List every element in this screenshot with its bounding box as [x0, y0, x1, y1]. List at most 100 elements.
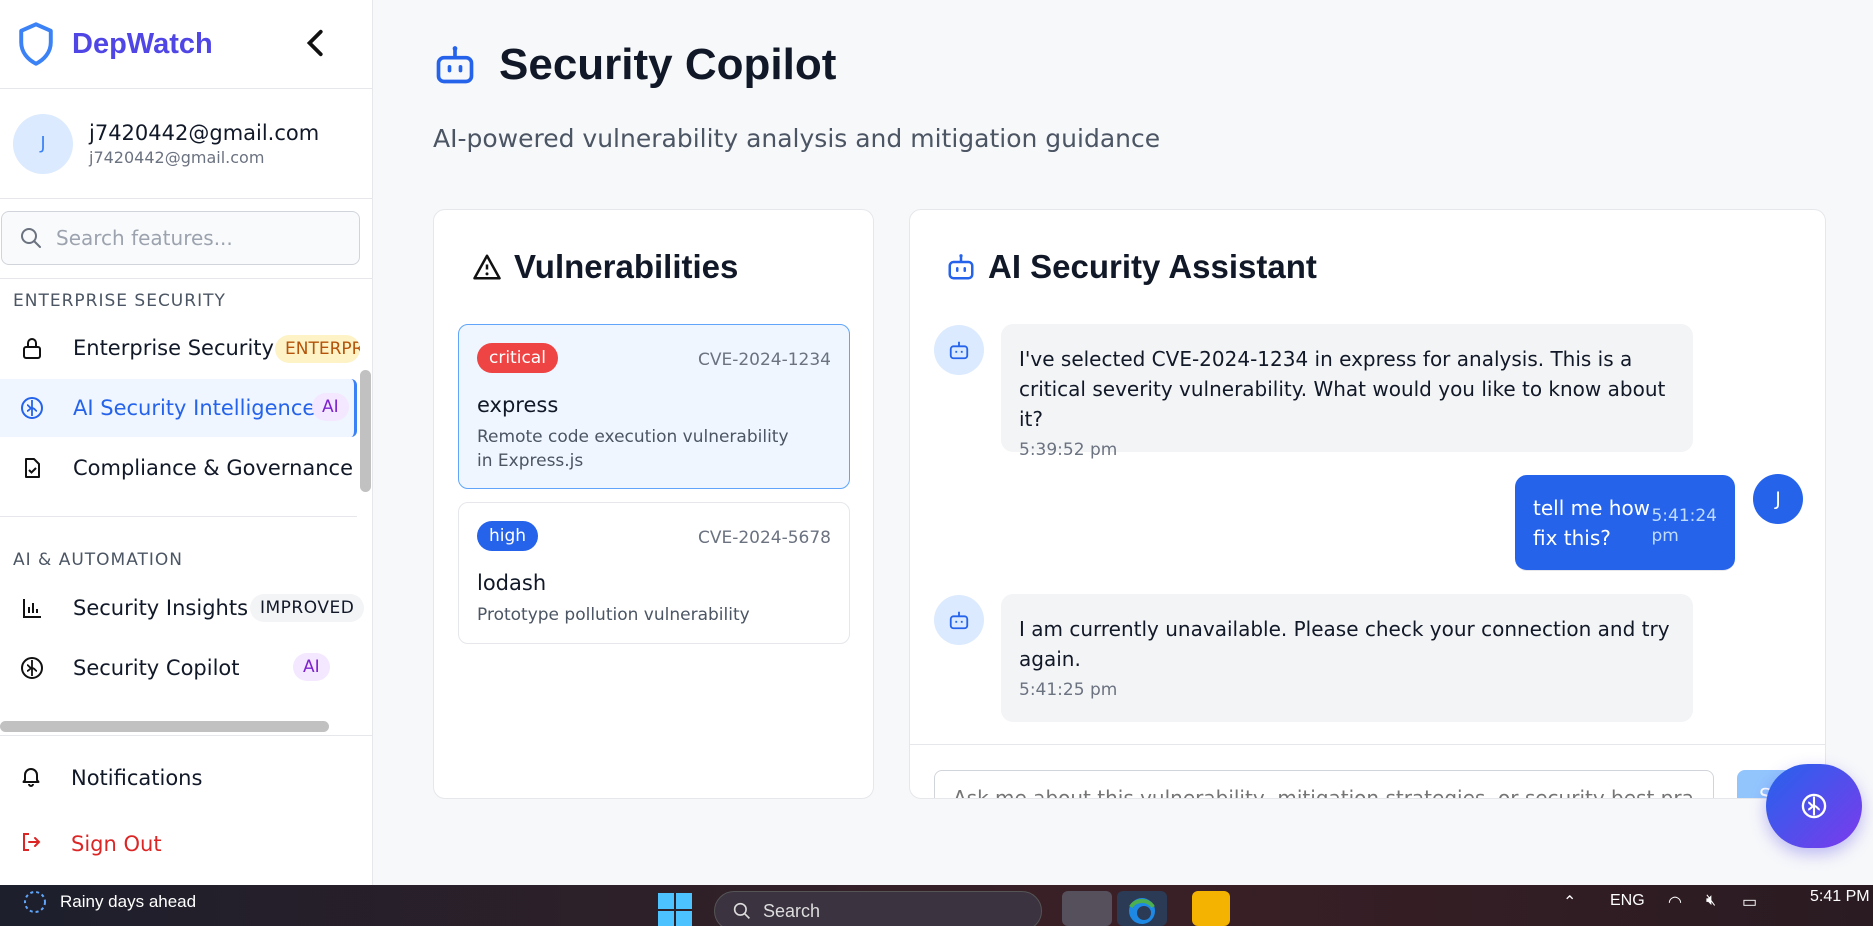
vulnerability-card-lodash[interactable]: high CVE-2024-5678 lodash Prototype poll…	[458, 502, 850, 644]
weather-text: Rainy days ahead	[60, 892, 197, 911]
page-subtitle: AI-powered vulnerability analysis and mi…	[433, 124, 1161, 153]
vulnerabilities-header: Vulnerabilities	[472, 248, 738, 286]
vulnerability-description: Prototype pollution vulnerability	[477, 605, 750, 625]
brain-icon	[20, 656, 44, 680]
page-header: Security Copilot	[433, 40, 836, 90]
vulnerabilities-panel: Vulnerabilities critical CVE-2024-1234 e…	[433, 209, 874, 799]
warning-icon	[473, 254, 501, 280]
vulnerabilities-title: Vulnerabilities	[514, 248, 739, 285]
brain-icon	[1801, 793, 1827, 819]
sidebar-item-label: Compliance & Governance	[73, 456, 354, 480]
severity-badge-critical: critical	[477, 343, 558, 373]
sidebar-item-enterprise-security[interactable]: Enterprise Security ENTERPRISE	[0, 319, 360, 377]
sidebar: DepWatch J j7420442@gmail.com j7420442@g…	[0, 0, 373, 885]
vulnerability-card-express[interactable]: critical CVE-2024-1234 express Remote co…	[458, 324, 850, 489]
message-text: I am currently unavailable. Please check…	[1019, 617, 1670, 671]
search-icon	[733, 902, 750, 919]
edge-browser-icon[interactable]	[1117, 891, 1167, 926]
sidebar-item-security-copilot[interactable]: Security Copilot AI	[0, 639, 357, 697]
message-time: 5:41:25 pm	[1019, 680, 1118, 700]
sidebar-item-security-insights[interactable]: Security Insights IMPROVED	[0, 579, 365, 637]
sidebar-item-notifications[interactable]: Notifications	[0, 750, 373, 806]
weather-widget[interactable]: Rainy days ahead	[22, 889, 196, 915]
user-profile[interactable]: J j7420442@gmail.com j7420442@gmail.com	[0, 89, 372, 199]
improved-badge: IMPROVED	[250, 594, 365, 622]
sidebar-nav: ENTERPRISE SECURITY Enterprise Security …	[0, 279, 373, 734]
vulnerability-description: Remote code execution vulnerability in E…	[477, 427, 789, 471]
sidebar-item-label: Enterprise Security	[73, 336, 274, 360]
wifi-icon[interactable]: ◠	[1668, 892, 1682, 912]
bell-icon	[20, 765, 42, 791]
shield-logo-icon	[19, 22, 53, 66]
cve-id: CVE-2024-5678	[697, 528, 831, 548]
message-time: 5:41:24 pm	[1651, 505, 1717, 546]
user-name: j7420442@gmail.com	[89, 120, 320, 145]
brand-header: DepWatch	[0, 0, 372, 89]
task-view-icon[interactable]	[1062, 891, 1112, 926]
search-input[interactable]	[56, 226, 336, 250]
bot-icon	[948, 254, 974, 280]
divider	[0, 516, 357, 517]
chevron-left-icon	[306, 29, 323, 57]
user-message: tell me how fix this? 5:41:24 pm	[1515, 475, 1735, 571]
sidebar-horizontal-scrollbar[interactable]	[0, 721, 329, 732]
section-title-enterprise: ENTERPRISE SECURITY	[13, 291, 226, 311]
bot-icon	[949, 611, 969, 630]
sign-out-label: Sign Out	[71, 832, 162, 856]
bar-chart-icon	[20, 596, 44, 620]
sidebar-item-label: Notifications	[71, 766, 203, 790]
feature-search	[1, 211, 360, 265]
windows-start-icon[interactable]	[658, 893, 692, 926]
chat-input[interactable]	[934, 770, 1714, 798]
language-indicator[interactable]: ENG	[1610, 892, 1645, 910]
ai-badge: AI	[293, 653, 330, 681]
lock-icon	[20, 336, 44, 360]
file-explorer-icon[interactable]	[1192, 891, 1230, 926]
battery-icon[interactable]: ▭	[1742, 892, 1757, 912]
bot-avatar	[934, 325, 984, 375]
taskbar-search-label: Search	[763, 900, 821, 921]
ai-assistant-fab[interactable]	[1766, 764, 1862, 848]
sidebar-item-label: AI Security Intelligence	[73, 396, 316, 420]
sidebar-item-compliance-governance[interactable]: Compliance & Governance	[0, 439, 357, 497]
package-name: express	[477, 393, 559, 417]
brain-icon	[20, 396, 44, 420]
file-check-icon	[20, 456, 44, 480]
sidebar-bottom-nav: Notifications Sign Out	[0, 735, 373, 856]
sidebar-item-label: Security Insights	[73, 596, 249, 620]
rain-cloud-icon	[24, 891, 46, 913]
ai-badge: AI	[312, 393, 349, 421]
assistant-title: AI Security Assistant	[988, 248, 1317, 285]
user-avatar: J	[1753, 474, 1803, 524]
bot-icon	[949, 341, 969, 360]
sign-out-icon	[20, 831, 42, 857]
message-text: I've selected CVE-2024-1234 in express f…	[1019, 347, 1666, 431]
search-icon	[21, 228, 41, 248]
collapse-sidebar-button[interactable]	[302, 28, 332, 58]
cve-id: CVE-2024-1234	[697, 350, 831, 370]
package-name: lodash	[477, 571, 547, 595]
volume-muted-icon[interactable]: 🔇︎	[1706, 892, 1716, 910]
enterprise-badge: ENTERPRISE	[275, 335, 360, 363]
user-email: j7420442@gmail.com	[89, 147, 265, 167]
assistant-panel: AI Security Assistant I've selected CVE-…	[909, 209, 1826, 799]
app-name: DepWatch	[72, 27, 213, 60]
message-text: tell me how fix this?	[1533, 495, 1651, 550]
sign-out-button[interactable]: Sign Out	[0, 816, 373, 872]
section-title-ai-automation: AI & AUTOMATION	[13, 550, 184, 570]
divider	[910, 744, 1825, 745]
sidebar-item-label: Security Copilot	[73, 656, 240, 680]
taskbar-search[interactable]: Search	[714, 891, 1042, 926]
bot-avatar	[934, 595, 984, 645]
avatar: J	[13, 113, 73, 174]
clock[interactable]: 5:41 PM	[1810, 888, 1870, 906]
sidebar-item-ai-security-intelligence[interactable]: AI Security Intelligence AI	[0, 379, 357, 437]
chevron-up-icon[interactable]: ⌃	[1563, 892, 1576, 912]
bot-icon	[436, 46, 474, 84]
sidebar-vertical-scrollbar[interactable]	[360, 370, 371, 492]
page-title: Security Copilot	[499, 40, 837, 89]
assistant-header: AI Security Assistant	[946, 248, 1317, 286]
message-time: 5:39:52 pm	[1019, 440, 1118, 460]
assistant-message: I've selected CVE-2024-1234 in express f…	[1001, 324, 1693, 460]
severity-badge-high: high	[477, 521, 539, 551]
